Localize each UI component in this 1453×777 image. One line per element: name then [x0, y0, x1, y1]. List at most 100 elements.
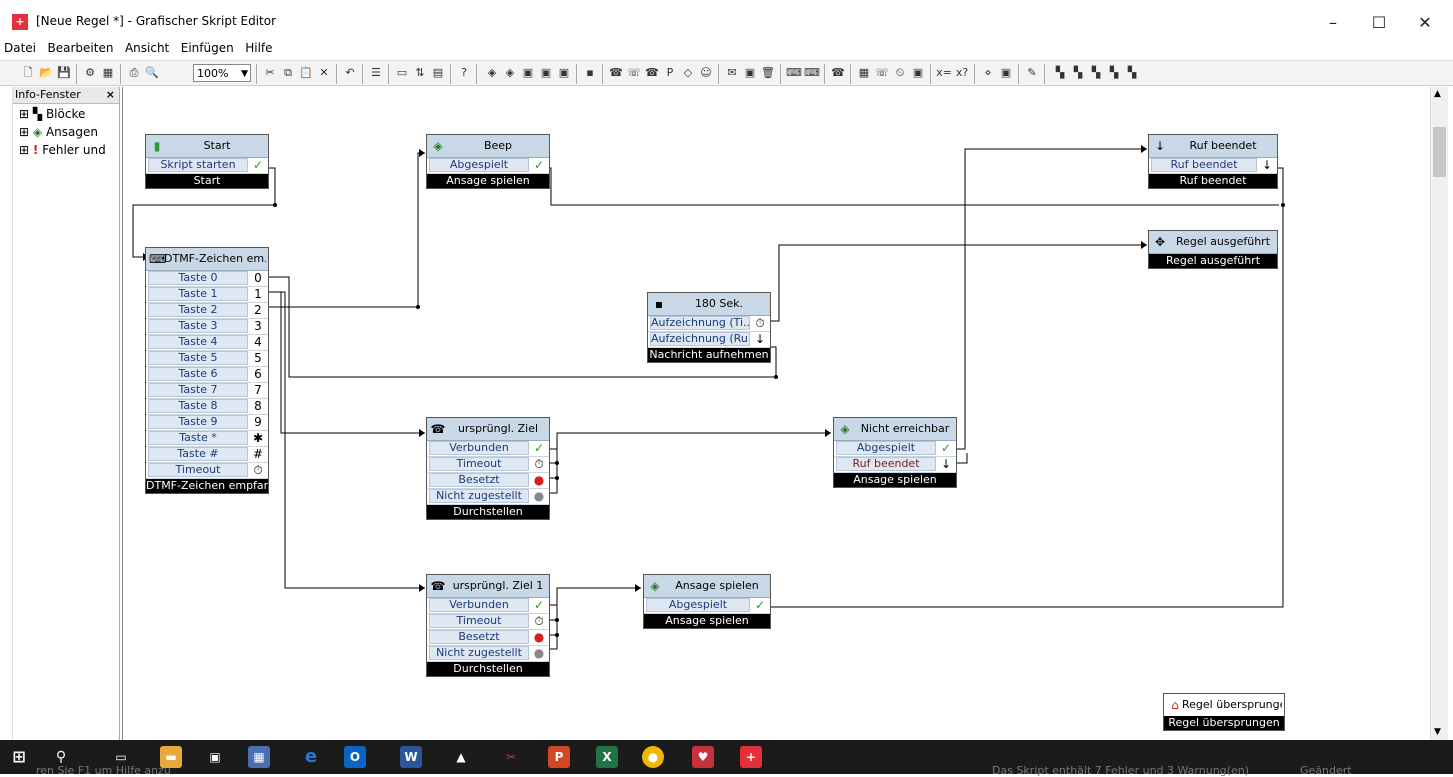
block-row[interactable]: Aufzeichnung (Ru... ↓ — [648, 332, 770, 348]
expand-icon[interactable]: ⊞ — [19, 125, 29, 139]
rule-add-icon[interactable]: ▚ — [1052, 65, 1068, 81]
block-row[interactable]: Nicht zugestellt ● — [427, 489, 549, 505]
announcement-icon[interactable]: ▣ — [538, 65, 554, 81]
maximize-button[interactable]: ☐ — [1356, 8, 1402, 38]
print-preview-icon[interactable]: 🔍 — [144, 65, 160, 81]
dtmf2-icon[interactable]: ⌨ — [804, 65, 820, 81]
block-row[interactable]: Taste 22 — [146, 303, 268, 319]
zoom-select[interactable]: 100% ▼ — [193, 64, 251, 82]
calendar-icon[interactable]: ▣ — [910, 65, 926, 81]
tree-item-ansagen[interactable]: ⊞ ◈ Ansagen — [19, 125, 98, 139]
delete-icon[interactable]: ✕ — [316, 65, 332, 81]
trash-icon[interactable]: 🗑 — [760, 65, 776, 81]
block-start[interactable]: ▮ Start Skript starten ✓ Start — [145, 134, 269, 189]
variable-assign-icon[interactable]: x= — [936, 65, 952, 81]
cut-icon[interactable]: ✂ — [262, 65, 278, 81]
call-forward-icon[interactable]: ☎ — [644, 65, 660, 81]
help-icon[interactable]: ? — [456, 65, 472, 81]
scroll-down-icon[interactable]: ▼ — [1434, 727, 1441, 737]
block-beep[interactable]: ◈ Beep Abgespielt ✓ Ansage spielen — [426, 134, 550, 189]
menu-bearbeiten[interactable]: Bearbeiten — [44, 38, 118, 58]
block-row[interactable]: Aufzeichnung (Ti... ⏱ — [648, 316, 770, 332]
scroll-thumb[interactable] — [1433, 127, 1446, 177]
distribute-icon[interactable]: ⇅ — [412, 65, 428, 81]
arrange-icon[interactable]: ▤ — [430, 65, 446, 81]
diamond-icon[interactable]: ◇ — [680, 65, 696, 81]
mail-icon[interactable]: ✉ — [724, 65, 740, 81]
hangup-icon[interactable]: ☎ — [830, 65, 846, 81]
block-urspruengl-ziel[interactable]: ☎ ursprüngl. Ziel Verbunden ✓ Timeout ⏱ Be… — [426, 417, 550, 520]
conference-icon[interactable]: ☏ — [874, 65, 890, 81]
snipping-icon[interactable]: ✂ — [500, 746, 522, 768]
block-row[interactable]: Taste 66 — [146, 367, 268, 383]
new-file-icon[interactable]: 🗋 — [20, 65, 36, 81]
expand-icon[interactable]: ⊞ — [19, 143, 29, 157]
block-row[interactable]: Taste 33 — [146, 319, 268, 335]
block-row[interactable]: Taste 11 — [146, 287, 268, 303]
user-icon[interactable]: ☺ — [698, 65, 714, 81]
play-announcement2-icon[interactable]: ◈ — [502, 65, 518, 81]
vb-icon[interactable]: ▣ — [998, 65, 1014, 81]
block-dtmf[interactable]: ⌨ DTMF-Zeichen em... Taste 00 Taste 11 T… — [145, 247, 269, 494]
tree-item-fehler[interactable]: ⊞ ! Fehler und — [19, 143, 106, 157]
menu-einfuegen[interactable]: Einfügen — [177, 38, 238, 58]
block-row[interactable]: Taste # # — [146, 447, 268, 463]
close-button[interactable]: ✕ — [1402, 8, 1448, 38]
query-icon[interactable]: ▣ — [556, 65, 572, 81]
list-icon[interactable]: ☰ — [368, 65, 384, 81]
block-row[interactable]: Besetzt ● — [427, 630, 549, 646]
undo-icon[interactable]: ↶ — [342, 65, 358, 81]
note-icon[interactable]: ✎ — [1024, 65, 1040, 81]
block-row[interactable]: Taste 88 — [146, 399, 268, 415]
save-icon[interactable]: 💾 — [56, 65, 72, 81]
block-row[interactable]: Abgespielt ✓ — [427, 158, 549, 174]
rule-icon[interactable]: ▚ — [1070, 65, 1086, 81]
properties-icon[interactable]: ⚙ — [82, 65, 98, 81]
word-icon[interactable]: W — [400, 746, 422, 768]
store-icon[interactable]: ▣ — [204, 746, 226, 768]
block-row[interactable]: Ruf beendet ↓ — [1149, 158, 1277, 174]
block-row[interactable]: Timeout ⏱ — [146, 463, 268, 479]
block-row[interactable]: Verbunden ✓ — [427, 441, 549, 457]
windows-start-icon[interactable]: ⊞ — [8, 746, 30, 768]
block-ansage-spielen[interactable]: ◈ Ansage spielen Abgespielt ✓ Ansage spie… — [643, 574, 771, 629]
menu-hilfe[interactable]: Hilfe — [241, 38, 276, 58]
block-row[interactable]: Taste 99 — [146, 415, 268, 431]
call-icon[interactable]: ☏ — [626, 65, 642, 81]
number-icon[interactable]: ▣ — [520, 65, 536, 81]
block-row[interactable]: Abgespielt ✓ — [644, 598, 770, 614]
transfer-icon[interactable]: ☎ — [608, 65, 624, 81]
block-row[interactable]: Timeout ⏱ — [427, 614, 549, 630]
block-row[interactable]: Besetzt ● — [427, 473, 549, 489]
minimize-button[interactable]: – — [1310, 8, 1356, 38]
block-regel-uebersprungen[interactable]: ⌂ Regel übersprungen Regel übersprungen — [1163, 693, 1285, 731]
record-icon[interactable]: ▪ — [582, 65, 598, 81]
clock-icon[interactable]: ⏲ — [892, 65, 908, 81]
copy-icon[interactable]: ⧉ — [280, 65, 296, 81]
powerpoint-icon[interactable]: P — [548, 746, 570, 768]
excel-icon[interactable]: X — [596, 746, 618, 768]
block-row[interactable]: Skript starten ✓ — [146, 158, 268, 174]
print-icon[interactable]: ⎙ — [126, 65, 142, 81]
scroll-up-icon[interactable]: ▲ — [1434, 89, 1441, 99]
block-row[interactable]: Timeout ⏱ — [427, 457, 549, 473]
block-row[interactable]: Taste 77 — [146, 383, 268, 399]
block-row[interactable]: Taste 55 — [146, 351, 268, 367]
chrome-icon[interactable]: ● — [642, 746, 664, 768]
app-icon[interactable]: ▦ — [248, 746, 270, 768]
block-180-sek[interactable]: ▪ 180 Sek. Aufzeichnung (Ti... ⏱ Aufzeich… — [647, 292, 771, 363]
variable-query-icon[interactable]: x? — [954, 65, 970, 81]
script-icon[interactable]: ▦ — [100, 65, 116, 81]
block-row[interactable]: Ruf beendet ↓ — [834, 457, 956, 473]
dtmf-icon[interactable]: ⌨ — [786, 65, 802, 81]
fax-icon[interactable]: ▣ — [742, 65, 758, 81]
tree-item-bloecke[interactable]: ⊞ ▚ Blöcke — [19, 107, 85, 121]
rule4-icon[interactable]: ▚ — [1124, 65, 1140, 81]
info-panel-close-icon[interactable]: × — [106, 87, 115, 103]
shield-icon[interactable]: ♥ — [692, 746, 714, 768]
block-urspruengl-ziel-1[interactable]: ☎ ursprüngl. Ziel 1 Verbunden ✓ Timeout ⏱ … — [426, 574, 550, 677]
script-editor-icon[interactable]: + — [740, 746, 762, 768]
expand-icon[interactable]: ⊞ — [19, 107, 29, 121]
block-row[interactable]: Abgespielt ✓ — [834, 441, 956, 457]
block-regel-ausgefuehrt[interactable]: ✥ Regel ausgeführt Regel ausgeführt — [1148, 230, 1278, 269]
